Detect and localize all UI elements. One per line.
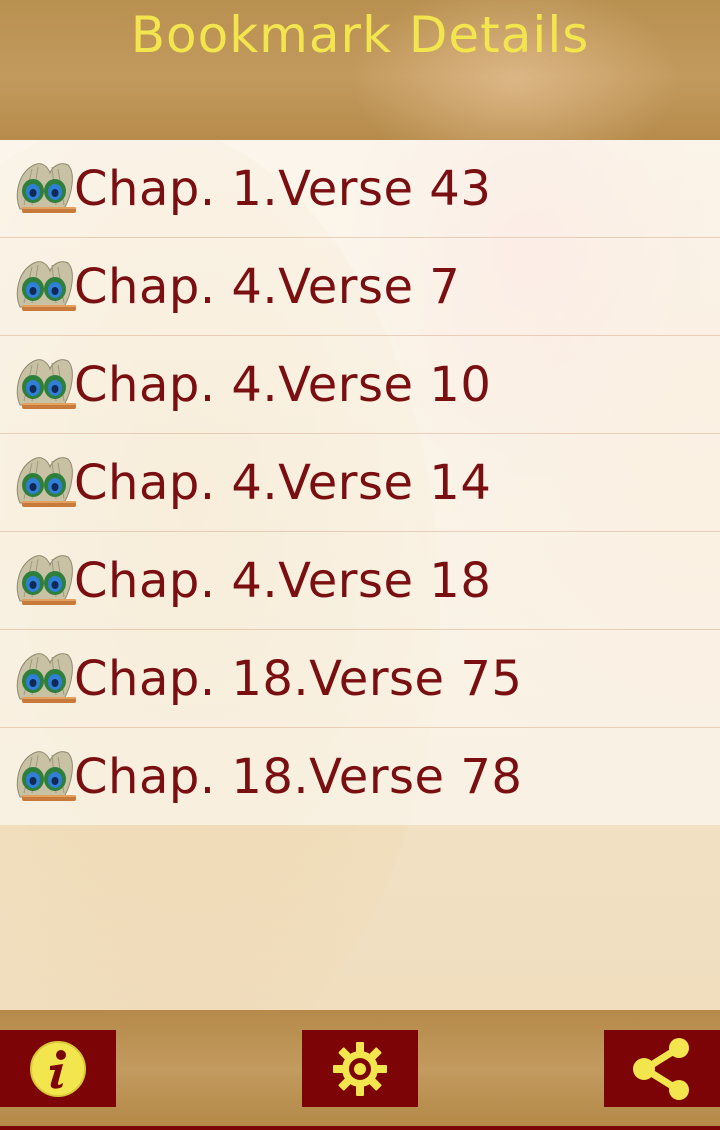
page-title: Bookmark Details: [130, 6, 590, 64]
bookmark-list: Chap. 1.Verse 43 Chap. 4.Verse 7 Chap. 4…: [0, 140, 720, 825]
peacock-feather-icon: [12, 453, 76, 513]
peacock-feather-icon: [12, 159, 76, 219]
bookmark-item[interactable]: Chap. 1.Verse 43: [0, 140, 720, 238]
info-button[interactable]: [0, 1030, 116, 1107]
bookmark-label: Chap. 18.Verse 78: [74, 748, 523, 805]
info-icon: [30, 1040, 86, 1097]
bookmark-item[interactable]: Chap. 4.Verse 14: [0, 434, 720, 532]
bookmark-item[interactable]: Chap. 4.Verse 18: [0, 532, 720, 630]
peacock-feather-icon: [12, 355, 76, 415]
peacock-feather-icon: [12, 747, 76, 807]
peacock-feather-icon: [12, 551, 76, 611]
peacock-feather-icon: [12, 257, 76, 317]
gear-icon: [333, 1041, 387, 1096]
bookmark-item[interactable]: Chap. 18.Verse 78: [0, 728, 720, 825]
bookmark-item[interactable]: Chap. 18.Verse 75: [0, 630, 720, 728]
bookmark-label: Chap. 1.Verse 43: [74, 160, 492, 217]
bookmark-label: Chap. 4.Verse 7: [74, 258, 461, 315]
bookmark-item[interactable]: Chap. 4.Verse 10: [0, 336, 720, 434]
share-icon: [633, 1037, 689, 1100]
settings-button[interactable]: [302, 1030, 418, 1107]
bookmark-label: Chap. 18.Verse 75: [74, 650, 523, 707]
bookmark-label: Chap. 4.Verse 18: [74, 552, 492, 609]
bookmark-item[interactable]: Chap. 4.Verse 7: [0, 238, 720, 336]
footer-divider: [0, 1126, 720, 1130]
bookmark-label: Chap. 4.Verse 10: [74, 356, 492, 413]
bottom-toolbar: [0, 1010, 720, 1130]
bookmark-label: Chap. 4.Verse 14: [74, 454, 492, 511]
peacock-feather-icon: [12, 649, 76, 709]
share-button[interactable]: [604, 1030, 720, 1107]
header-bar: Bookmark Details: [0, 0, 720, 140]
